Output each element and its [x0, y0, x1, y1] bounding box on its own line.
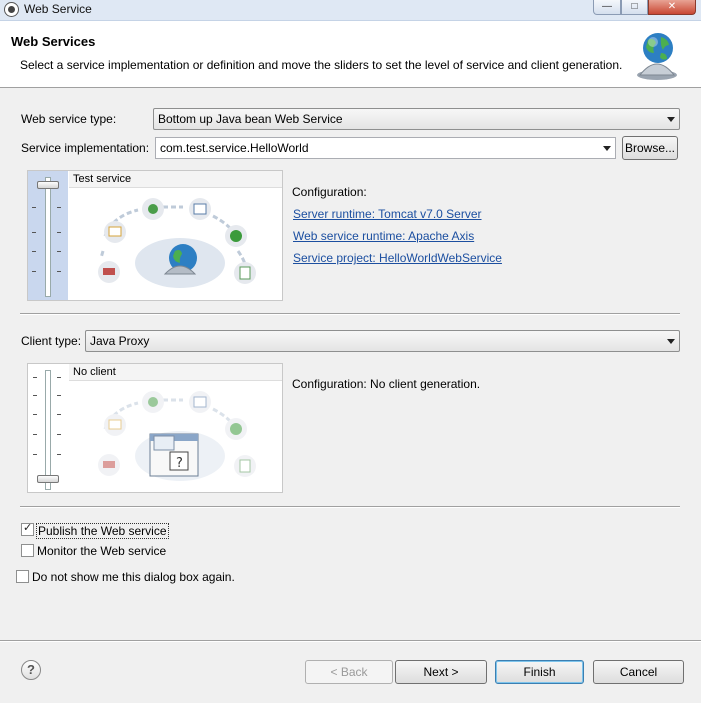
app-icon	[4, 2, 19, 17]
close-button[interactable]: ✕	[648, 0, 696, 15]
slider-tick	[57, 251, 61, 252]
slider-tick	[57, 271, 61, 272]
slider-tick	[33, 434, 37, 435]
title-bar: Web Service — □ ✕	[0, 0, 701, 21]
web-service-runtime-link[interactable]: Web service runtime: Apache Axis	[293, 229, 474, 243]
client-configuration-text: Configuration: No client generation.	[292, 377, 481, 391]
wizard-header: Web Services Select a service implementa…	[0, 21, 701, 88]
svg-text:?: ?	[176, 456, 183, 471]
monitor-label[interactable]: Monitor the Web service	[37, 544, 166, 558]
help-icon[interactable]: ?	[21, 660, 41, 680]
cancel-button-label: Cancel	[619, 665, 658, 679]
client-slider-thumb[interactable]	[37, 475, 59, 483]
slider-tick	[33, 414, 37, 415]
publish-checkbox[interactable]	[21, 521, 34, 536]
service-project-link[interactable]: Service project: HelloWorldWebService	[293, 251, 502, 265]
maximize-button[interactable]: □	[621, 0, 648, 15]
cancel-button[interactable]: Cancel	[593, 660, 684, 684]
slider-tick	[57, 434, 61, 435]
page-title: Web Services	[11, 34, 96, 49]
service-slider-panel: Test service	[27, 170, 283, 301]
slider-tick	[32, 271, 36, 272]
page-description: Select a service implementation or defin…	[20, 58, 623, 72]
slider-tick	[33, 454, 37, 455]
client-type-value: Java Proxy	[90, 334, 150, 348]
next-button-label: Next >	[423, 665, 459, 679]
service-configuration-label: Configuration:	[292, 185, 367, 199]
back-button[interactable]: < Back	[305, 660, 393, 684]
chevron-down-icon	[667, 117, 675, 122]
slider-tick	[32, 207, 36, 208]
separator	[20, 313, 680, 315]
web-service-type-select[interactable]: Bottom up Java bean Web Service	[153, 108, 680, 130]
service-implementation-value: com.test.service.HelloWorld	[160, 141, 309, 155]
service-level-label: Test service	[73, 173, 132, 185]
client-type-label: Client type:	[21, 334, 82, 348]
slider-tick	[57, 414, 61, 415]
chevron-down-icon	[603, 146, 611, 151]
finish-button[interactable]: Finish	[495, 660, 584, 684]
client-slider-panel: No client ?	[27, 363, 283, 493]
slider-tick	[33, 395, 37, 396]
browse-button-label: Browse...	[624, 141, 675, 155]
finish-button-label: Finish	[523, 665, 556, 679]
service-slider-groove	[45, 177, 51, 297]
dont-show-checkbox[interactable]	[16, 570, 29, 583]
slider-tick	[32, 232, 36, 233]
back-button-label: < Back	[330, 665, 368, 679]
web-service-globe-icon	[637, 33, 677, 80]
slider-tick	[33, 377, 37, 378]
slider-tick	[57, 454, 61, 455]
publish-label[interactable]: Publish the Web service	[36, 523, 169, 539]
service-lifecycle-diagram	[98, 198, 256, 288]
window-title: Web Service	[24, 2, 92, 16]
minimize-button[interactable]: —	[593, 0, 621, 15]
slider-tick	[57, 377, 61, 378]
slider-tick	[57, 395, 61, 396]
dont-show-label[interactable]: Do not show me this dialog box again.	[32, 570, 235, 584]
browse-button[interactable]: Browse...	[622, 136, 678, 160]
slider-tick	[57, 232, 61, 233]
server-runtime-link[interactable]: Server runtime: Tomcat v7.0 Server	[293, 207, 482, 221]
web-service-type-label: Web service type:	[21, 112, 117, 126]
next-button[interactable]: Next >	[395, 660, 487, 684]
separator	[20, 506, 680, 508]
slider-tick	[32, 251, 36, 252]
service-implementation-combo[interactable]: com.test.service.HelloWorld	[155, 137, 616, 159]
client-level-label: No client	[73, 366, 116, 378]
slider-tick	[57, 207, 61, 208]
monitor-checkbox[interactable]	[21, 544, 34, 557]
service-implementation-label: Service implementation:	[21, 141, 150, 155]
client-app-window-icon: ?	[149, 433, 199, 477]
footer-separator	[0, 640, 701, 642]
service-slider-thumb[interactable]	[37, 181, 59, 189]
web-service-type-value: Bottom up Java bean Web Service	[158, 112, 343, 126]
chevron-down-icon	[667, 339, 675, 344]
client-slider-groove	[45, 370, 51, 490]
client-type-select[interactable]: Java Proxy	[85, 330, 680, 352]
